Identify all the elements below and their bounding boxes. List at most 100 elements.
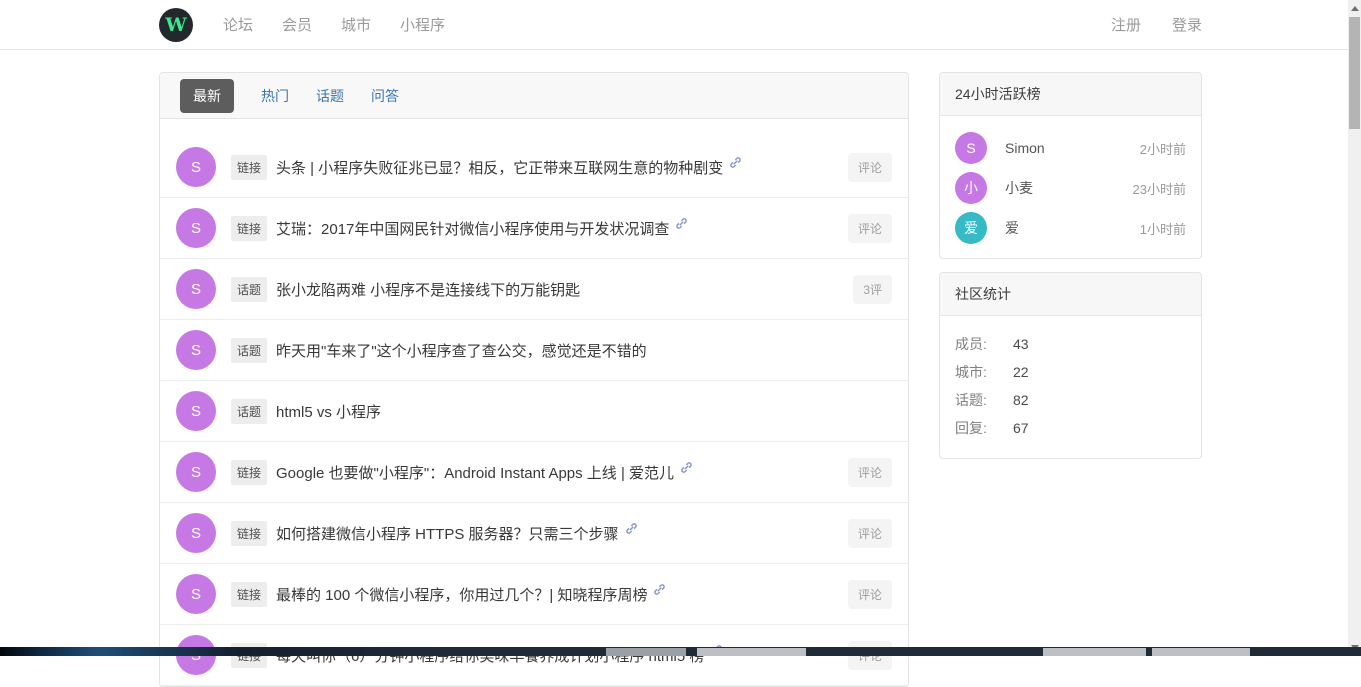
- link-icon: [625, 522, 638, 535]
- panel-title: 24小时活跃榜: [940, 73, 1201, 116]
- list-item: S 链接 Google 也要做"小程序"：Android Instant App…: [160, 442, 908, 503]
- nav-link[interactable]: 会员: [282, 14, 312, 35]
- list-item: S 话题 张小龙陷两难 小程序不是连接线下的万能钥匙 3评: [160, 259, 908, 320]
- list-item: S 话题 html5 vs 小程序: [160, 381, 908, 442]
- navbar: W 论坛 会员 城市 小程序 注册 登录: [0, 0, 1361, 50]
- tab[interactable]: 问答: [371, 86, 399, 106]
- post-title[interactable]: 昨天用"车来了"这个小程序查了查公交，感觉还是不错的: [276, 340, 647, 361]
- user-avatar[interactable]: 小: [955, 172, 987, 204]
- auth-links: 注册 登录: [1111, 14, 1202, 35]
- avatar[interactable]: S: [176, 513, 216, 553]
- post-title[interactable]: 如何搭建微信小程序 HTTPS 服务器？只需三个步骤: [276, 523, 619, 544]
- stat-row: 话题: 82: [940, 386, 1201, 414]
- comment-button[interactable]: 评论: [848, 458, 892, 487]
- avatar[interactable]: S: [176, 269, 216, 309]
- tab[interactable]: 话题: [316, 86, 344, 106]
- post-title[interactable]: 艾瑞：2017年中国网民针对微信小程序使用与开发状况调查: [276, 218, 669, 239]
- list-item: S 话题 昨天用"车来了"这个小程序查了查公交，感觉还是不错的: [160, 320, 908, 381]
- main-nav: 论坛 会员 城市 小程序: [223, 14, 445, 35]
- vertical-scrollbar[interactable]: [1348, 0, 1361, 656]
- stat-label: 回复:: [955, 418, 1001, 438]
- post-title[interactable]: 头条 | 小程序失败征兆已显？相反，它正带来互联网生意的物种剧变: [276, 157, 723, 178]
- auth-link[interactable]: 注册: [1111, 14, 1141, 35]
- user-active-time: 1小时前: [1140, 219, 1186, 238]
- site-logo[interactable]: W: [159, 8, 193, 42]
- sidebar: 24小时活跃榜 S Simon 2小时前 小 小麦 23小时前 爱 爱 1小时前: [939, 72, 1202, 459]
- comment-button[interactable]: 评论: [848, 580, 892, 609]
- list-item: S 链接 如何搭建微信小程序 HTTPS 服务器？只需三个步骤 评论: [160, 503, 908, 564]
- link-icon: [729, 156, 742, 169]
- taskbar-button[interactable]: [697, 648, 806, 656]
- user-avatar[interactable]: 爱: [955, 212, 987, 244]
- list-item: S 链接 头条 | 小程序失败征兆已显？相反，它正带来互联网生意的物种剧变 评论: [160, 137, 908, 198]
- user-avatar[interactable]: S: [955, 132, 987, 164]
- user-active-time: 23小时前: [1133, 179, 1186, 198]
- link-icon: [680, 461, 693, 474]
- user-name[interactable]: 小麦: [1005, 178, 1033, 198]
- tab[interactable]: 最新: [180, 79, 234, 113]
- community-stats-panel: 社区统计 成员: 43 城市: 22 话题: 82 回复: 67: [939, 272, 1202, 459]
- taskbar-button[interactable]: [606, 648, 686, 656]
- post-tag: 话题: [231, 338, 267, 363]
- stat-value: 22: [1013, 364, 1029, 380]
- stat-row: 回复: 67: [940, 414, 1201, 442]
- nav-link[interactable]: 小程序: [400, 14, 445, 35]
- scroll-up-button[interactable]: [1348, 0, 1361, 17]
- avatar[interactable]: S: [176, 147, 216, 187]
- avatar[interactable]: S: [176, 330, 216, 370]
- stat-value: 67: [1013, 420, 1029, 436]
- auth-link[interactable]: 登录: [1172, 14, 1202, 35]
- avatar[interactable]: S: [176, 574, 216, 614]
- stats-list: 成员: 43 城市: 22 话题: 82 回复: 67: [940, 316, 1201, 458]
- taskbar-sliver: [0, 647, 1361, 656]
- panel-title: 社区统计: [940, 273, 1201, 316]
- link-icon: [653, 583, 666, 596]
- user-name[interactable]: Simon: [1005, 140, 1045, 156]
- stat-row: 城市: 22: [940, 358, 1201, 386]
- post-tag: 链接: [231, 216, 267, 241]
- user-name[interactable]: 爱: [1005, 218, 1019, 238]
- list-item: S 链接 最棒的 100 个微信小程序，你用过几个？| 知晓程序周榜 评论: [160, 564, 908, 625]
- post-title[interactable]: Google 也要做"小程序"：Android Instant Apps 上线 …: [276, 462, 674, 483]
- stat-label: 城市:: [955, 362, 1001, 382]
- link-icon: [675, 217, 688, 230]
- post-list: S 链接 头条 | 小程序失败征兆已显？相反，它正带来互联网生意的物种剧变 评论…: [160, 119, 908, 686]
- stat-label: 话题:: [955, 390, 1001, 410]
- stat-value: 82: [1013, 392, 1029, 408]
- comment-button[interactable]: 评论: [848, 519, 892, 548]
- post-tag: 链接: [231, 155, 267, 180]
- triangle-up-icon: [1351, 6, 1359, 11]
- taskbar-button[interactable]: [1043, 648, 1146, 656]
- nav-link[interactable]: 城市: [341, 14, 371, 35]
- post-tag: 话题: [231, 399, 267, 424]
- comment-button[interactable]: 3评: [853, 275, 892, 304]
- stat-value: 43: [1013, 336, 1029, 352]
- list-item: S 链接 艾瑞：2017年中国网民针对微信小程序使用与开发状况调查 评论: [160, 198, 908, 259]
- active-users-list: S Simon 2小时前 小 小麦 23小时前 爱 爱 1小时前: [940, 116, 1201, 258]
- active-user-row: 小 小麦 23小时前: [940, 168, 1201, 208]
- main-content: 最新热门话题问答 S 链接 头条 | 小程序失败征兆已显？相反，它正带来互联网生…: [159, 72, 1202, 687]
- post-title[interactable]: html5 vs 小程序: [276, 401, 381, 422]
- avatar[interactable]: S: [176, 452, 216, 492]
- post-title[interactable]: 张小龙陷两难 小程序不是连接线下的万能钥匙: [276, 279, 580, 300]
- comment-button[interactable]: 评论: [848, 214, 892, 243]
- avatar[interactable]: S: [176, 208, 216, 248]
- post-tag: 链接: [231, 582, 267, 607]
- taskbar-button[interactable]: [1152, 648, 1250, 656]
- active-users-panel: 24小时活跃榜 S Simon 2小时前 小 小麦 23小时前 爱 爱 1小时前: [939, 72, 1202, 259]
- post-tag: 话题: [231, 277, 267, 302]
- stat-row: 成员: 43: [940, 330, 1201, 358]
- scrollbar-thumb[interactable]: [1349, 17, 1360, 129]
- post-list-panel: 最新热门话题问答 S 链接 头条 | 小程序失败征兆已显？相反，它正带来互联网生…: [159, 72, 909, 687]
- stat-label: 成员:: [955, 334, 1001, 354]
- user-active-time: 2小时前: [1140, 139, 1186, 158]
- post-title[interactable]: 最棒的 100 个微信小程序，你用过几个？| 知晓程序周榜: [276, 584, 647, 605]
- comment-button[interactable]: 评论: [848, 153, 892, 182]
- nav-link[interactable]: 论坛: [223, 14, 253, 35]
- tab-bar: 最新 热门 话题 问答: [160, 73, 908, 119]
- post-tag: 链接: [231, 460, 267, 485]
- avatar[interactable]: S: [176, 391, 216, 431]
- active-user-row: 爱 爱 1小时前: [940, 208, 1201, 248]
- tab[interactable]: 热门: [261, 86, 289, 106]
- active-user-row: S Simon 2小时前: [940, 128, 1201, 168]
